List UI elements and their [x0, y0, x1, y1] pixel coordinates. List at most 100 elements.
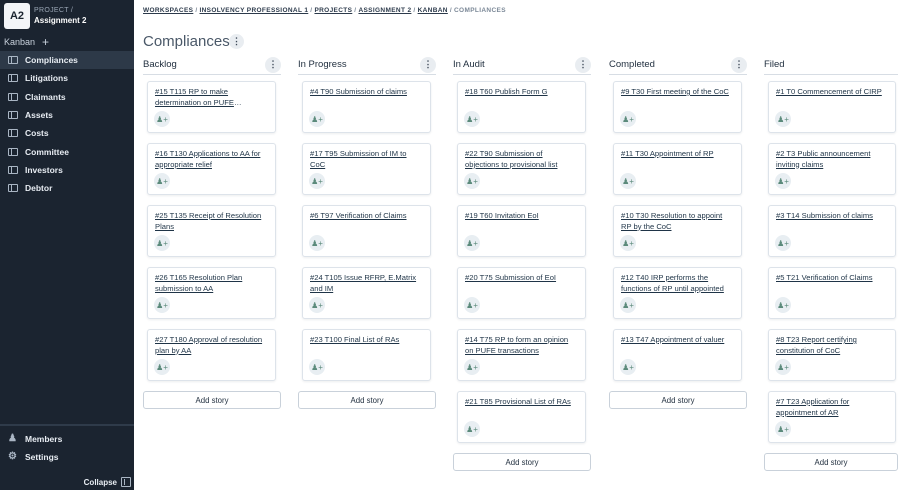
assign-user-icon[interactable]: ♟+	[464, 173, 480, 189]
assign-user-icon[interactable]: ♟+	[775, 235, 791, 251]
assign-user-icon[interactable]: ♟+	[309, 173, 325, 189]
story-card[interactable]: #14 T75 RP to form an opinion on PUFE tr…	[457, 329, 586, 381]
story-title[interactable]: #10 T30 Resolution to appoint RP by the …	[621, 211, 734, 232]
story-title[interactable]: #25 T135 Receipt of Resolution Plans	[155, 211, 268, 232]
page-more-icon[interactable]: ⋮	[229, 34, 244, 49]
story-title[interactable]: #16 T130 Applications to AA for appropri…	[155, 149, 268, 170]
assign-user-icon[interactable]: ♟+	[464, 297, 480, 313]
story-card[interactable]: #23 T100 Final List of RAs ♟+	[302, 329, 431, 381]
settings-link[interactable]: ⚙ Settings	[7, 451, 59, 462]
add-story-button[interactable]: Add story	[764, 453, 898, 471]
assign-user-icon[interactable]: ♟+	[154, 111, 170, 127]
story-card[interactable]: #17 T95 Submission of IM to CoC ♟+	[302, 143, 431, 195]
story-card[interactable]: #5 T21 Verification of Claims ♟+	[768, 267, 896, 319]
story-title[interactable]: #9 T30 First meeting of the CoC	[621, 87, 734, 98]
story-card[interactable]: #15 T115 RP to make determination on PUF…	[147, 81, 276, 133]
assign-user-icon[interactable]: ♟+	[620, 173, 636, 189]
breadcrumb-ip[interactable]: INSOLVENCY PROFESSIONAL 1	[199, 7, 308, 14]
story-title[interactable]: #6 T97 Verification of Claims	[310, 211, 423, 222]
story-card[interactable]: #19 T60 Invitation EoI ♟+	[457, 205, 586, 257]
story-title[interactable]: #21 T85 Provisional List of RAs	[465, 397, 578, 408]
story-title[interactable]: #14 T75 RP to form an opinion on PUFE tr…	[465, 335, 578, 356]
add-story-button[interactable]: Add story	[453, 453, 591, 471]
assign-user-icon[interactable]: ♟+	[464, 111, 480, 127]
assign-user-icon[interactable]: ♟+	[620, 235, 636, 251]
story-card[interactable]: #11 T30 Appointment of RP ♟+	[613, 143, 742, 195]
story-card[interactable]: #13 T47 Appointment of valuer ♟+	[613, 329, 742, 381]
story-title[interactable]: #15 T115 RP to make determination on PUF…	[155, 87, 268, 108]
board-label[interactable]: Kanban	[4, 37, 35, 47]
story-title[interactable]: #18 T60 Publish Form G	[465, 87, 578, 98]
story-title[interactable]: #20 T75 Submission of EoI	[465, 273, 578, 284]
column-more-icon[interactable]: ⋮	[420, 56, 436, 73]
add-story-button[interactable]: Add story	[609, 391, 747, 409]
story-title[interactable]: #4 T90 Submission of claims	[310, 87, 423, 98]
story-card[interactable]: #10 T30 Resolution to appoint RP by the …	[613, 205, 742, 257]
add-board-icon[interactable]: +	[42, 36, 49, 48]
story-title[interactable]: #12 T40 IRP performs the functions of RP…	[621, 273, 734, 294]
story-title[interactable]: #1 T0 Commencement of CIRP	[776, 87, 888, 98]
story-card[interactable]: #1 T0 Commencement of CIRP ♟+	[768, 81, 896, 133]
assign-user-icon[interactable]: ♟+	[309, 111, 325, 127]
sidebar-item-compliances[interactable]: Compliances	[0, 51, 134, 70]
collapse-button[interactable]: Collapse	[84, 477, 131, 487]
story-title[interactable]: #11 T30 Appointment of RP	[621, 149, 734, 160]
story-card[interactable]: #27 T180 Approval of resolution plan by …	[147, 329, 276, 381]
story-card[interactable]: #8 T23 Report certifying constitution of…	[768, 329, 896, 381]
sidebar-item-committee[interactable]: Committee	[0, 142, 134, 160]
assign-user-icon[interactable]: ♟+	[154, 297, 170, 313]
story-card[interactable]: #18 T60 Publish Form G ♟+	[457, 81, 586, 133]
story-title[interactable]: #5 T21 Verification of Claims	[776, 273, 888, 284]
story-title[interactable]: #26 T165 Resolution Plan submission to A…	[155, 273, 268, 294]
project-switcher[interactable]: A2 PROJECT / Assignment 2	[4, 3, 86, 29]
story-card[interactable]: #26 T165 Resolution Plan submission to A…	[147, 267, 276, 319]
story-title[interactable]: #3 T14 Submission of claims	[776, 211, 888, 222]
story-title[interactable]: #24 T105 Issue RFRP, E.Matrix and IM	[310, 273, 423, 294]
assign-user-icon[interactable]: ♟+	[309, 297, 325, 313]
breadcrumb-projects[interactable]: PROJECTS	[314, 7, 352, 14]
assign-user-icon[interactable]: ♟+	[154, 173, 170, 189]
assign-user-icon[interactable]: ♟+	[775, 421, 791, 437]
assign-user-icon[interactable]: ♟+	[620, 359, 636, 375]
story-card[interactable]: #24 T105 Issue RFRP, E.Matrix and IM ♟+	[302, 267, 431, 319]
story-card[interactable]: #9 T30 First meeting of the CoC ♟+	[613, 81, 742, 133]
assign-user-icon[interactable]: ♟+	[154, 235, 170, 251]
story-card[interactable]: #16 T130 Applications to AA for appropri…	[147, 143, 276, 195]
sidebar-item-costs[interactable]: Costs	[0, 124, 134, 142]
story-card[interactable]: #7 T23 Application for appointment of AR…	[768, 391, 896, 443]
story-title[interactable]: #7 T23 Application for appointment of AR	[776, 397, 888, 418]
story-card[interactable]: #21 T85 Provisional List of RAs ♟+	[457, 391, 586, 443]
add-story-button[interactable]: Add story	[143, 391, 281, 409]
story-card[interactable]: #12 T40 IRP performs the functions of RP…	[613, 267, 742, 319]
story-card[interactable]: #2 T3 Public announcement inviting claim…	[768, 143, 896, 195]
sidebar-item-debtor[interactable]: Debtor	[0, 179, 134, 197]
story-title[interactable]: #27 T180 Approval of resolution plan by …	[155, 335, 268, 356]
story-card[interactable]: #22 T90 Submission of objections to prov…	[457, 143, 586, 195]
story-card[interactable]: #4 T90 Submission of claims ♟+	[302, 81, 431, 133]
story-title[interactable]: #2 T3 Public announcement inviting claim…	[776, 149, 888, 170]
story-card[interactable]: #25 T135 Receipt of Resolution Plans ♟+	[147, 205, 276, 257]
column-more-icon[interactable]: ⋮	[731, 56, 747, 73]
breadcrumb-kanban[interactable]: KANBAN	[418, 7, 448, 14]
story-title[interactable]: #19 T60 Invitation EoI	[465, 211, 578, 222]
assign-user-icon[interactable]: ♟+	[309, 235, 325, 251]
story-title[interactable]: #8 T23 Report certifying constitution of…	[776, 335, 888, 356]
assign-user-icon[interactable]: ♟+	[775, 173, 791, 189]
breadcrumb-assignment[interactable]: ASSIGNMENT 2	[358, 7, 411, 14]
column-more-icon[interactable]: ⋮	[265, 56, 281, 73]
story-title[interactable]: #13 T47 Appointment of valuer	[621, 335, 734, 346]
story-card[interactable]: #20 T75 Submission of EoI ♟+	[457, 267, 586, 319]
sidebar-item-investors[interactable]: Investors	[0, 161, 134, 179]
breadcrumb-workspaces[interactable]: WORKSPACES	[143, 7, 193, 14]
assign-user-icon[interactable]: ♟+	[464, 359, 480, 375]
column-more-icon[interactable]: ⋮	[575, 56, 591, 73]
story-card[interactable]: #6 T97 Verification of Claims ♟+	[302, 205, 431, 257]
add-story-button[interactable]: Add story	[298, 391, 436, 409]
assign-user-icon[interactable]: ♟+	[775, 111, 791, 127]
sidebar-item-assets[interactable]: Assets	[0, 106, 134, 124]
members-link[interactable]: ♟ Members	[7, 433, 62, 444]
assign-user-icon[interactable]: ♟+	[464, 235, 480, 251]
assign-user-icon[interactable]: ♟+	[154, 359, 170, 375]
sidebar-item-claimants[interactable]: Claimants	[0, 88, 134, 106]
story-title[interactable]: #22 T90 Submission of objections to prov…	[465, 149, 578, 170]
